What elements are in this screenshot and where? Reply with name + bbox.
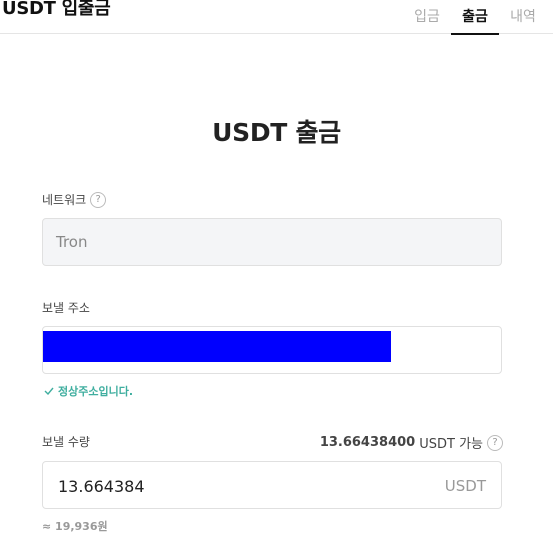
available-balance: 13.66438400 USDT 가능 ? bbox=[320, 433, 503, 452]
amount-value: 13.664384 bbox=[58, 477, 145, 496]
tab-history[interactable]: 내역 bbox=[499, 0, 547, 34]
question-circle-icon[interactable]: ? bbox=[487, 434, 503, 451]
krw-estimate: ≈ 19,936원 bbox=[42, 520, 108, 533]
address-input[interactable] bbox=[42, 326, 502, 374]
address-label: 보낼 주소 bbox=[42, 301, 90, 315]
available-suffix: USDT 가능 bbox=[419, 437, 483, 452]
address-valid-text: 정상주소입니다. bbox=[58, 385, 134, 398]
tab-deposit[interactable]: 입금 bbox=[403, 0, 451, 34]
tab-bar: 입금 출금 내역 bbox=[403, 0, 547, 35]
app-title: USDT 입출금 bbox=[2, 0, 111, 19]
address-valid-message: 정상주소입니다. bbox=[44, 383, 133, 399]
header: USDT 입출금 입금 출금 내역 bbox=[0, 0, 553, 35]
question-circle-icon[interactable]: ? bbox=[90, 191, 107, 208]
amount-label: 보낼 수량 bbox=[42, 435, 90, 449]
redacted-address bbox=[43, 331, 391, 362]
available-amount: 13.66438400 bbox=[319, 435, 416, 450]
amount-input[interactable]: 13.664384 USDT bbox=[42, 461, 502, 509]
network-value: Tron bbox=[56, 233, 88, 251]
tab-withdraw[interactable]: 출금 bbox=[451, 0, 499, 35]
network-label-row: 네트워크 ? bbox=[42, 191, 107, 208]
address-label-row: 보낼 주소 bbox=[42, 299, 90, 316]
amount-label-row: 보낼 수량 bbox=[42, 433, 90, 450]
page-title: USDT 출금 bbox=[212, 118, 341, 147]
check-icon bbox=[44, 387, 54, 395]
network-field: Tron bbox=[42, 218, 502, 266]
network-label: 네트워크 bbox=[42, 193, 87, 207]
amount-unit: USDT bbox=[444, 477, 486, 495]
